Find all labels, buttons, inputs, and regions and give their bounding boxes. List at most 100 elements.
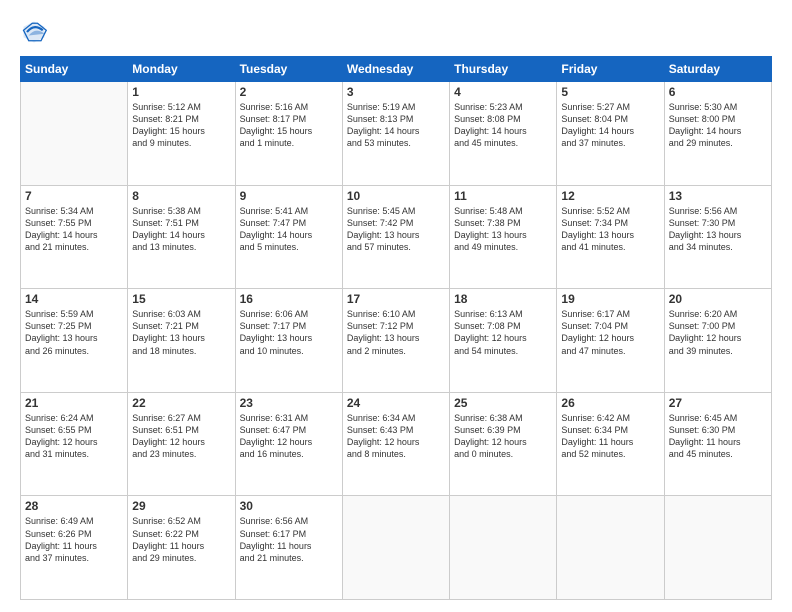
calendar-cell <box>342 496 449 600</box>
calendar-cell: 26 Sunrise: 6:42 AM Sunset: 6:34 PM Dayli… <box>557 392 664 496</box>
calendar-cell: 29 Sunrise: 6:52 AM Sunset: 6:22 PM Dayli… <box>128 496 235 600</box>
calendar-cell: 4Sunrise: 5:23 AM Sunset: 8:08 PM Daylig… <box>450 82 557 186</box>
column-header-wednesday: Wednesday <box>342 57 449 82</box>
day-number: 2 <box>240 85 338 99</box>
day-info: Sunrise: 5:59 AM Sunset: 7:25 PM Dayligh… <box>25 308 123 357</box>
day-info: Sunrise: 6:06 AM Sunset: 7:17 PM Dayligh… <box>240 308 338 357</box>
day-info: Sunrise: 6:27 AM Sunset: 6:51 PM Dayligh… <box>132 412 230 461</box>
day-number: 15 <box>132 292 230 306</box>
calendar-cell: 3Sunrise: 5:19 AM Sunset: 8:13 PM Daylig… <box>342 82 449 186</box>
column-header-thursday: Thursday <box>450 57 557 82</box>
calendar-cell: 6 Sunrise: 5:30 AM Sunset: 8:00 PM Daylig… <box>664 82 771 186</box>
calendar-cell: 27 Sunrise: 6:45 AM Sunset: 6:30 PM Dayli… <box>664 392 771 496</box>
day-number: 10 <box>347 189 445 203</box>
day-info: Sunrise: 6:10 AM Sunset: 7:12 PM Dayligh… <box>347 308 445 357</box>
day-info: Sunrise: 6:03 AM Sunset: 7:21 PM Dayligh… <box>132 308 230 357</box>
day-info: Sunrise: 6:42 AM Sunset: 6:34 PM Dayligh… <box>561 412 659 461</box>
day-info: Sunrise: 5:16 AM Sunset: 8:17 PM Dayligh… <box>240 101 338 150</box>
calendar-cell <box>557 496 664 600</box>
calendar-cell: 20 Sunrise: 6:20 AM Sunset: 7:00 PM Dayli… <box>664 289 771 393</box>
calendar-cell: 21 Sunrise: 6:24 AM Sunset: 6:55 PM Dayli… <box>21 392 128 496</box>
calendar-cell: 18 Sunrise: 6:13 AM Sunset: 7:08 PM Dayli… <box>450 289 557 393</box>
calendar-cell: 22 Sunrise: 6:27 AM Sunset: 6:51 PM Dayli… <box>128 392 235 496</box>
calendar-week-row: 28 Sunrise: 6:49 AM Sunset: 6:26 PM Dayli… <box>21 496 772 600</box>
calendar-cell: 17 Sunrise: 6:10 AM Sunset: 7:12 PM Dayli… <box>342 289 449 393</box>
calendar-cell: 10Sunrise: 5:45 AM Sunset: 7:42 PM Dayli… <box>342 185 449 289</box>
logo <box>20 18 52 46</box>
calendar-cell: 13 Sunrise: 5:56 AM Sunset: 7:30 PM Dayli… <box>664 185 771 289</box>
day-number: 22 <box>132 396 230 410</box>
calendar-cell: 30 Sunrise: 6:56 AM Sunset: 6:17 PM Dayli… <box>235 496 342 600</box>
column-header-sunday: Sunday <box>21 57 128 82</box>
day-number: 26 <box>561 396 659 410</box>
day-info: Sunrise: 5:52 AM Sunset: 7:34 PM Dayligh… <box>561 205 659 254</box>
calendar-cell: 19 Sunrise: 6:17 AM Sunset: 7:04 PM Dayli… <box>557 289 664 393</box>
day-number: 19 <box>561 292 659 306</box>
calendar-cell: 1Sunrise: 5:12 AM Sunset: 8:21 PM Daylig… <box>128 82 235 186</box>
calendar-cell <box>21 82 128 186</box>
day-info: Sunrise: 5:30 AM Sunset: 8:00 PM Dayligh… <box>669 101 767 150</box>
day-info: Sunrise: 6:56 AM Sunset: 6:17 PM Dayligh… <box>240 515 338 564</box>
day-info: Sunrise: 5:38 AM Sunset: 7:51 PM Dayligh… <box>132 205 230 254</box>
day-number: 5 <box>561 85 659 99</box>
day-number: 7 <box>25 189 123 203</box>
day-number: 27 <box>669 396 767 410</box>
calendar-week-row: 7 Sunrise: 5:34 AM Sunset: 7:55 PM Daylig… <box>21 185 772 289</box>
day-info: Sunrise: 5:27 AM Sunset: 8:04 PM Dayligh… <box>561 101 659 150</box>
logo-icon <box>20 18 48 46</box>
day-number: 29 <box>132 499 230 513</box>
day-info: Sunrise: 6:31 AM Sunset: 6:47 PM Dayligh… <box>240 412 338 461</box>
day-number: 18 <box>454 292 552 306</box>
day-info: Sunrise: 6:24 AM Sunset: 6:55 PM Dayligh… <box>25 412 123 461</box>
day-info: Sunrise: 6:34 AM Sunset: 6:43 PM Dayligh… <box>347 412 445 461</box>
day-number: 8 <box>132 189 230 203</box>
day-number: 24 <box>347 396 445 410</box>
calendar-table: SundayMondayTuesdayWednesdayThursdayFrid… <box>20 56 772 600</box>
day-number: 11 <box>454 189 552 203</box>
calendar-cell: 12 Sunrise: 5:52 AM Sunset: 7:34 PM Dayli… <box>557 185 664 289</box>
day-number: 23 <box>240 396 338 410</box>
day-info: Sunrise: 5:34 AM Sunset: 7:55 PM Dayligh… <box>25 205 123 254</box>
day-number: 9 <box>240 189 338 203</box>
calendar-cell: 28 Sunrise: 6:49 AM Sunset: 6:26 PM Dayli… <box>21 496 128 600</box>
day-info: Sunrise: 5:48 AM Sunset: 7:38 PM Dayligh… <box>454 205 552 254</box>
calendar-cell: 8 Sunrise: 5:38 AM Sunset: 7:51 PM Daylig… <box>128 185 235 289</box>
calendar-week-row: 1Sunrise: 5:12 AM Sunset: 8:21 PM Daylig… <box>21 82 772 186</box>
day-number: 20 <box>669 292 767 306</box>
calendar-cell <box>664 496 771 600</box>
day-info: Sunrise: 6:17 AM Sunset: 7:04 PM Dayligh… <box>561 308 659 357</box>
day-info: Sunrise: 6:49 AM Sunset: 6:26 PM Dayligh… <box>25 515 123 564</box>
day-number: 12 <box>561 189 659 203</box>
day-number: 13 <box>669 189 767 203</box>
calendar-cell: 9Sunrise: 5:41 AM Sunset: 7:47 PM Daylig… <box>235 185 342 289</box>
column-header-friday: Friday <box>557 57 664 82</box>
calendar-cell <box>450 496 557 600</box>
day-number: 25 <box>454 396 552 410</box>
calendar-week-row: 14Sunrise: 5:59 AM Sunset: 7:25 PM Dayli… <box>21 289 772 393</box>
day-number: 6 <box>669 85 767 99</box>
day-info: Sunrise: 6:45 AM Sunset: 6:30 PM Dayligh… <box>669 412 767 461</box>
day-info: Sunrise: 5:19 AM Sunset: 8:13 PM Dayligh… <box>347 101 445 150</box>
day-info: Sunrise: 6:20 AM Sunset: 7:00 PM Dayligh… <box>669 308 767 357</box>
day-number: 17 <box>347 292 445 306</box>
calendar-week-row: 21 Sunrise: 6:24 AM Sunset: 6:55 PM Dayli… <box>21 392 772 496</box>
day-info: Sunrise: 5:56 AM Sunset: 7:30 PM Dayligh… <box>669 205 767 254</box>
calendar-cell: 11 Sunrise: 5:48 AM Sunset: 7:38 PM Dayli… <box>450 185 557 289</box>
day-info: Sunrise: 6:38 AM Sunset: 6:39 PM Dayligh… <box>454 412 552 461</box>
column-header-saturday: Saturday <box>664 57 771 82</box>
day-number: 1 <box>132 85 230 99</box>
day-number: 16 <box>240 292 338 306</box>
day-number: 28 <box>25 499 123 513</box>
day-info: Sunrise: 6:13 AM Sunset: 7:08 PM Dayligh… <box>454 308 552 357</box>
column-header-monday: Monday <box>128 57 235 82</box>
column-header-tuesday: Tuesday <box>235 57 342 82</box>
day-number: 30 <box>240 499 338 513</box>
calendar-cell: 7 Sunrise: 5:34 AM Sunset: 7:55 PM Daylig… <box>21 185 128 289</box>
calendar-cell: 16 Sunrise: 6:06 AM Sunset: 7:17 PM Dayli… <box>235 289 342 393</box>
day-number: 21 <box>25 396 123 410</box>
calendar-cell: 5 Sunrise: 5:27 AM Sunset: 8:04 PM Daylig… <box>557 82 664 186</box>
calendar-cell: 25 Sunrise: 6:38 AM Sunset: 6:39 PM Dayli… <box>450 392 557 496</box>
calendar-cell: 15 Sunrise: 6:03 AM Sunset: 7:21 PM Dayli… <box>128 289 235 393</box>
day-info: Sunrise: 6:52 AM Sunset: 6:22 PM Dayligh… <box>132 515 230 564</box>
page-header <box>20 18 772 46</box>
